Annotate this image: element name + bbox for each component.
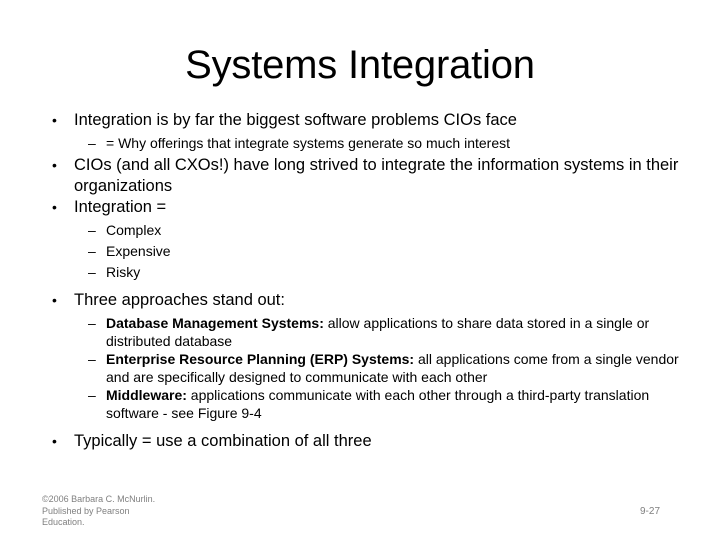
- slide-canvas: Systems Integration • Integration is by …: [0, 0, 720, 540]
- bullet-item-three-approaches: • Three approaches stand out:: [44, 290, 684, 311]
- bullet-text: Typically = use a combination of all thr…: [74, 432, 372, 450]
- sub-bullet-expensive: – Expensive: [44, 242, 684, 260]
- copyright-line-3: Education.: [42, 517, 85, 527]
- sub-bullet-text: applications communicate with each other…: [106, 387, 650, 421]
- sub-bullet-text: Risky: [106, 264, 141, 280]
- bullet-item-cios-strived: • CIOs (and all CXOs!) have long strived…: [44, 155, 684, 197]
- bullet-text: Integration is by far the biggest softwa…: [74, 111, 517, 129]
- slide-body: • Integration is by far the biggest soft…: [44, 110, 684, 452]
- sub-bullet-complex: – Complex: [44, 221, 684, 239]
- bullet-text: Integration =: [74, 198, 167, 216]
- sub-bullet-text: = Why offerings that integrate systems g…: [106, 135, 510, 151]
- sub-bullet-why-offerings: – = Why offerings that integrate systems…: [44, 134, 684, 152]
- sub-bullet-risky: – Risky: [44, 263, 684, 281]
- sub-bullet-database-management-systems: – Database Management Systems: allow app…: [44, 314, 684, 350]
- bullet-marker-icon: •: [52, 199, 57, 215]
- bullet-item-typically-combination: • Typically = use a combination of all t…: [44, 431, 684, 452]
- sub-bullet-lead-in: Database Management Systems:: [106, 315, 324, 331]
- bullet-text: CIOs (and all CXOs!) have long strived t…: [74, 156, 679, 195]
- dash-marker-icon: –: [88, 351, 96, 367]
- bullet-marker-icon: •: [52, 157, 57, 173]
- sub-bullet-erp-systems: – Enterprise Resource Planning (ERP) Sys…: [44, 350, 684, 386]
- sub-bullet-text: Expensive: [106, 243, 171, 259]
- dash-marker-icon: –: [88, 222, 96, 238]
- bullet-text: Three approaches stand out:: [74, 291, 285, 309]
- dash-marker-icon: –: [88, 243, 96, 259]
- bullet-item-integration-biggest-problem: • Integration is by far the biggest soft…: [44, 110, 684, 131]
- sub-bullet-text: Complex: [106, 222, 162, 238]
- sub-bullet-lead-in: Enterprise Resource Planning (ERP) Syste…: [106, 351, 415, 367]
- sub-bullet-middleware: – Middleware: applications communicate w…: [44, 386, 684, 422]
- sub-bullet-lead-in: Middleware:: [106, 387, 187, 403]
- dash-marker-icon: –: [88, 387, 96, 403]
- dash-marker-icon: –: [88, 264, 96, 280]
- bullet-marker-icon: •: [52, 112, 57, 128]
- copyright-line-2: Published by Pearson: [42, 505, 130, 516]
- bullet-item-integration-equals: • Integration =: [44, 197, 684, 218]
- slide-number: 9-27: [639, 506, 660, 517]
- copyright-footer: ©2006 Barbara C. McNurlin. Published by …: [42, 494, 242, 529]
- dash-marker-icon: –: [88, 315, 96, 331]
- dash-marker-icon: –: [88, 135, 96, 151]
- bullet-marker-icon: •: [52, 292, 57, 308]
- copyright-line-1: ©2006 Barbara C. McNurlin.: [42, 494, 156, 504]
- bullet-marker-icon: •: [52, 433, 57, 449]
- page-title: Systems Integration: [185, 43, 535, 87]
